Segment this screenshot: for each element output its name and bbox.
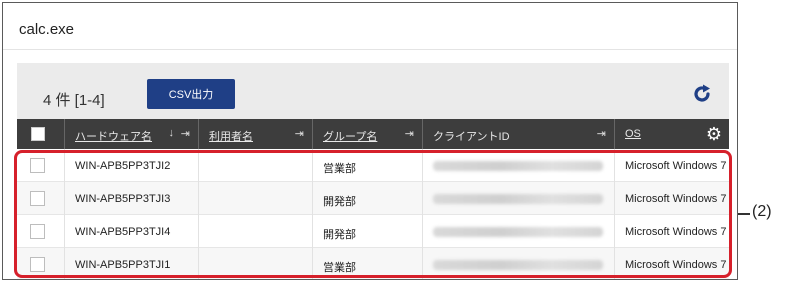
sort-down-icon[interactable]: ↓ (169, 127, 175, 139)
row-select-cell (17, 215, 65, 248)
os-name: Microsoft Windows 7 (625, 160, 727, 172)
redacted-client-id (433, 161, 603, 171)
hardware-cell: WIN-APB5PP3TJI4 (65, 215, 199, 248)
column-user[interactable]: 利用者名 ⇥ (199, 119, 313, 149)
csv-export-button[interactable]: CSV出力 (147, 79, 235, 109)
group-name: 営業部 (323, 163, 356, 175)
refresh-icon[interactable] (691, 83, 713, 105)
user-cell (199, 149, 313, 182)
hardware-name: WIN-APB5PP3TJI1 (75, 259, 171, 271)
hardware-cell: WIN-APB5PP3TJI2 (65, 149, 199, 182)
table-row[interactable]: WIN-APB5PP3TJI4 開発部 Microsoft Windows 7 (17, 215, 729, 248)
redacted-client-id (433, 227, 603, 237)
client-id-cell (423, 149, 615, 182)
os-cell: Microsoft Windows 7 (615, 149, 729, 182)
title-divider (3, 49, 737, 50)
user-cell (199, 182, 313, 215)
table-row[interactable]: WIN-APB5PP3TJI3 開発部 Microsoft Windows 7 (17, 182, 729, 215)
os-cell: Microsoft Windows 7 (615, 215, 729, 248)
gear-icon[interactable]: ⚙ (699, 119, 729, 149)
row-select-cell (17, 248, 65, 279)
redacted-client-id (433, 194, 603, 204)
table-row[interactable]: WIN-APB5PP3TJI2 営業部 Microsoft Windows 7 (17, 149, 729, 182)
device-table: ハードウェア名 ↓ ⇥ 利用者名 ⇥ グループ名 ⇥ クライアントID ⇥ OS… (17, 119, 729, 279)
os-cell: Microsoft Windows 7 (615, 248, 729, 279)
column-client-id[interactable]: クライアントID ⇥ (423, 119, 615, 149)
os-name: Microsoft Windows 7 (625, 226, 727, 238)
pin-icon[interactable]: ⇥ (181, 127, 190, 140)
column-group-label: グループ名 (323, 131, 378, 143)
column-user-label: 利用者名 (209, 131, 253, 143)
row-checkbox[interactable] (30, 257, 45, 272)
client-id-cell (423, 182, 615, 215)
hardware-name: WIN-APB5PP3TJI2 (75, 160, 171, 172)
row-select-cell (17, 182, 65, 215)
app-window: calc.exe 4 件 [1-4] CSV出力 ハードウェア名 ↓ ⇥ 利用者… (2, 2, 738, 280)
hardware-cell: WIN-APB5PP3TJI1 (65, 248, 199, 279)
window-title: calc.exe (19, 21, 75, 38)
result-count: 4 件 [1-4] (43, 92, 105, 109)
os-cell: Microsoft Windows 7 (615, 182, 729, 215)
pin-icon[interactable]: ⇥ (405, 127, 414, 140)
group-name: 開発部 (323, 229, 356, 241)
callout-label: (2) (752, 203, 772, 220)
table-header: ハードウェア名 ↓ ⇥ 利用者名 ⇥ グループ名 ⇥ クライアントID ⇥ OS… (17, 119, 729, 149)
column-hardware[interactable]: ハードウェア名 ↓ ⇥ (65, 119, 199, 149)
hardware-name: WIN-APB5PP3TJI4 (75, 226, 171, 238)
user-cell (199, 248, 313, 279)
select-all-column (17, 119, 65, 149)
column-os-label: OS (625, 128, 641, 140)
results-panel: 4 件 [1-4] CSV出力 ハードウェア名 ↓ ⇥ 利用者名 ⇥ グループ名… (17, 63, 729, 279)
group-cell: 営業部 (313, 248, 423, 279)
redacted-client-id (433, 260, 603, 270)
os-name: Microsoft Windows 7 (625, 193, 727, 205)
user-cell (199, 215, 313, 248)
client-id-cell (423, 215, 615, 248)
group-name: 開発部 (323, 196, 356, 208)
hardware-name: WIN-APB5PP3TJI3 (75, 193, 171, 205)
table-row[interactable]: WIN-APB5PP3TJI1 営業部 Microsoft Windows 7 (17, 248, 729, 279)
pin-icon[interactable]: ⇥ (597, 127, 606, 140)
group-name: 営業部 (323, 262, 356, 274)
column-group[interactable]: グループ名 ⇥ (313, 119, 423, 149)
os-name: Microsoft Windows 7 (625, 259, 727, 271)
client-id-cell (423, 248, 615, 279)
column-hardware-label: ハードウェア名 (75, 131, 152, 143)
callout-leader-line (738, 213, 750, 215)
row-select-cell (17, 149, 65, 182)
group-cell: 営業部 (313, 149, 423, 182)
row-checkbox[interactable] (30, 191, 45, 206)
group-cell: 開発部 (313, 182, 423, 215)
pin-icon[interactable]: ⇥ (295, 127, 304, 140)
column-client-id-label: クライアントID (433, 131, 510, 143)
hardware-cell: WIN-APB5PP3TJI3 (65, 182, 199, 215)
select-all-checkbox[interactable] (31, 127, 45, 141)
row-checkbox[interactable] (30, 224, 45, 239)
group-cell: 開発部 (313, 215, 423, 248)
row-checkbox[interactable] (30, 158, 45, 173)
